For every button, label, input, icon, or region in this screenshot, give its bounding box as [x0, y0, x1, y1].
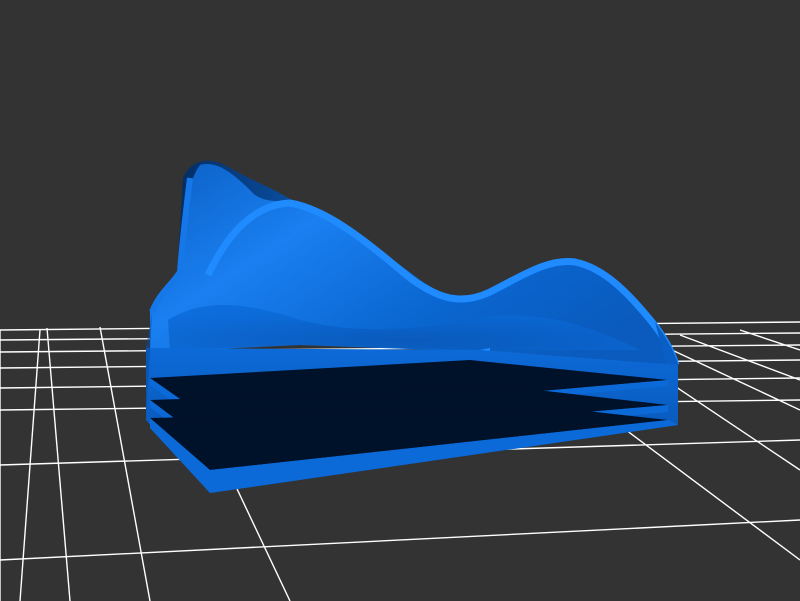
- terrain-model[interactable]: [146, 160, 680, 493]
- grid-line: [679, 334, 800, 381]
- grid-line: [19, 329, 41, 601]
- 3d-viewport[interactable]: [0, 0, 800, 601]
- grid-line: [99, 326, 151, 601]
- grid-line: [46, 327, 71, 601]
- grid-line: [0, 519, 800, 561]
- scene-canvas[interactable]: [0, 0, 800, 601]
